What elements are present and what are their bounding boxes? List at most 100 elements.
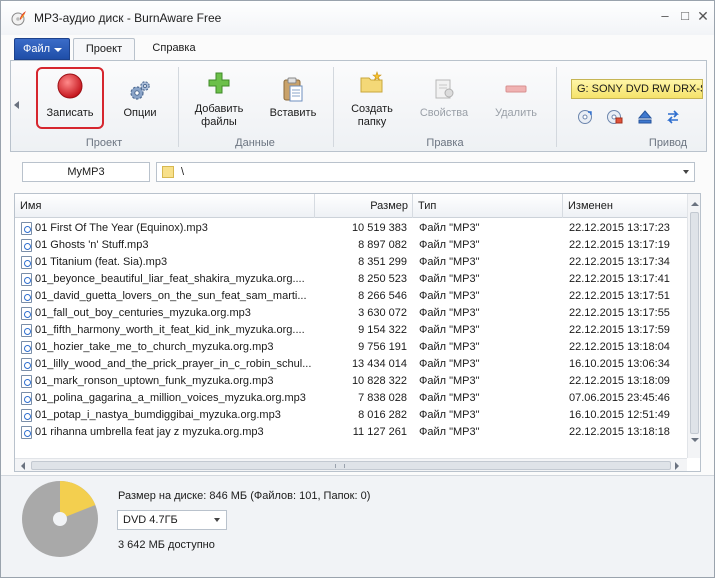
close-button[interactable]: ✕ (695, 9, 711, 25)
group-label-drive: Привод (648, 137, 688, 149)
drive-selector[interactable]: G: SONY DVD RW DRX-S (571, 79, 703, 99)
file-name: 01_fall_out_boy_centuries_myzuka.org.mp3 (35, 307, 251, 319)
table-row[interactable]: 01_polina_gagarina_a_million_voices_myzu… (15, 390, 687, 407)
group-label-data: Данные (235, 137, 275, 149)
mp3-file-icon (21, 307, 32, 320)
new-folder-button[interactable]: Создать папку (341, 65, 403, 129)
window-title: MP3-аудио диск - BurnAware Free (34, 11, 222, 25)
mp3-file-icon (21, 341, 32, 354)
swap-icon[interactable] (665, 109, 681, 125)
mp3-file-icon (21, 256, 32, 269)
disk-type-value: DVD 4.7ГБ (123, 514, 178, 526)
disc-name-field[interactable]: MyMP3 (22, 162, 150, 182)
file-name: 01_david_guetta_lovers_on_the_sun_feat_s… (35, 290, 307, 302)
file-size: 8 897 082 (358, 239, 407, 251)
scroll-thumb[interactable] (690, 212, 699, 434)
new-folder-label-line2: папку (357, 116, 387, 128)
file-type: Файл "MP3" (419, 358, 480, 370)
disk-size-info: Размер на диске: 846 МБ (Файлов: 101, Па… (118, 490, 371, 502)
file-type: Файл "MP3" (419, 409, 480, 421)
file-name: 01_potap_i_nastya_bumdiggibai_myzuka.org… (35, 409, 281, 421)
ribbon-collapse-arrow-icon[interactable] (14, 101, 19, 109)
table-row[interactable]: 01 First Of The Year (Equinox).mp3 10 519… (15, 220, 687, 237)
file-modified: 16.10.2015 13:06:34 (569, 358, 670, 370)
mp3-file-icon (21, 222, 32, 235)
column-header-modified[interactable]: Изменен (563, 194, 687, 218)
file-menu-button[interactable]: Файл (14, 38, 70, 60)
eject-icon[interactable] (637, 109, 653, 125)
paste-label: Вставить (269, 107, 317, 119)
table-row[interactable]: 01_david_guetta_lovers_on_the_sun_feat_s… (15, 288, 687, 305)
ribbon-panel: Записать Опции Проект Добавить файлы Вст… (10, 60, 707, 152)
file-modified: 22.12.2015 13:17:55 (569, 307, 670, 319)
tab-project[interactable]: Проект (73, 38, 135, 61)
column-header-type[interactable]: Тип (413, 194, 563, 218)
file-name: 01 rihanna umbrella feat jay z myzuka.or… (35, 426, 264, 438)
file-size: 8 016 282 (358, 409, 407, 421)
options-button[interactable]: Опции (111, 65, 169, 129)
file-modified: 22.12.2015 13:17:41 (569, 273, 670, 285)
file-modified: 22.12.2015 13:17:51 (569, 290, 670, 302)
maximize-button[interactable]: □ (677, 9, 693, 25)
file-size: 9 154 322 (358, 324, 407, 336)
file-size: 8 351 299 (358, 256, 407, 268)
delete-button[interactable]: Удалить (483, 65, 549, 129)
table-row[interactable]: 01_hozier_take_me_to_church_myzuka.org.m… (15, 339, 687, 356)
erase-icon[interactable] (607, 109, 623, 125)
table-row[interactable]: 01_fall_out_boy_centuries_myzuka.org.mp3… (15, 305, 687, 322)
file-type: Файл "MP3" (419, 307, 480, 319)
table-row[interactable]: 01_mark_ronson_uptown_funk_myzuka.org.mp… (15, 373, 687, 390)
tab-help[interactable]: Справка (141, 38, 207, 61)
file-name: 01_beyonce_beautiful_liar_feat_shakira_m… (35, 273, 305, 285)
file-type: Файл "MP3" (419, 341, 480, 353)
column-header-name[interactable]: Имя (15, 194, 315, 218)
file-list-header: Имя Размер Тип Изменен (15, 194, 687, 218)
file-name: 01_hozier_take_me_to_church_myzuka.org.m… (35, 341, 274, 353)
disk-type-select[interactable]: DVD 4.7ГБ (117, 510, 227, 530)
file-modified: 16.10.2015 12:51:49 (569, 409, 670, 421)
gear-icon (130, 81, 150, 100)
add-files-button[interactable]: Добавить файлы (185, 65, 253, 129)
mp3-file-icon (21, 324, 32, 337)
scroll-right-icon[interactable] (675, 462, 679, 470)
paste-button[interactable]: Вставить (261, 65, 325, 129)
file-name: 01_polina_gagarina_a_million_voices_myzu… (35, 392, 306, 404)
mp3-file-icon (21, 239, 32, 252)
file-list: Имя Размер Тип Изменен 01 First Of The Y… (14, 193, 701, 472)
scroll-up-icon[interactable] (691, 202, 699, 206)
table-row[interactable]: 01 Titanium (feat. Sia).mp3 8 351 299 Файл… (15, 254, 687, 271)
group-separator (556, 67, 557, 147)
properties-button[interactable]: Свойства (411, 65, 477, 129)
group-label-project: Проект (85, 137, 123, 149)
group-separator (178, 67, 179, 147)
scroll-left-icon[interactable] (21, 462, 25, 470)
file-size: 7 838 028 (358, 392, 407, 404)
table-row[interactable]: 01_fifth_harmony_worth_it_feat_kid_ink_m… (15, 322, 687, 339)
file-name: 01 Ghosts 'n' Stuff.mp3 (35, 239, 149, 251)
table-row[interactable]: 01 Ghosts 'n' Stuff.mp3 8 897 082 Файл "MP… (15, 237, 687, 254)
column-header-size[interactable]: Размер (315, 194, 413, 218)
table-row[interactable]: 01_beyonce_beautiful_liar_feat_shakira_m… (15, 271, 687, 288)
chevron-down-icon (54, 48, 62, 52)
file-menu-label: Файл (23, 43, 51, 55)
refresh-icon[interactable] (577, 109, 593, 125)
file-modified: 22.12.2015 13:18:09 (569, 375, 670, 387)
mp3-file-icon (21, 358, 32, 371)
chevron-down-icon[interactable] (683, 170, 689, 174)
file-size: 8 250 523 (358, 273, 407, 285)
group-separator (333, 67, 334, 147)
file-type: Файл "MP3" (419, 273, 480, 285)
table-row[interactable]: 01 rihanna umbrella feat jay z myzuka.or… (15, 424, 687, 441)
table-row[interactable]: 01_lilly_wood_and_the_prick_prayer_in_c_… (15, 356, 687, 373)
scroll-thumb[interactable] (31, 461, 671, 470)
path-field[interactable]: \ (156, 162, 695, 182)
table-row[interactable]: 01_potap_i_nastya_bumdiggibai_myzuka.org… (15, 407, 687, 424)
scroll-down-icon[interactable] (691, 438, 699, 442)
mp3-file-icon (21, 290, 32, 303)
minimize-button[interactable]: – (657, 9, 673, 25)
file-modified: 22.12.2015 13:17:19 (569, 239, 670, 251)
folder-icon (162, 166, 174, 178)
vertical-scrollbar[interactable] (687, 194, 700, 458)
grip-icon (335, 464, 345, 468)
horizontal-scrollbar[interactable] (15, 458, 687, 471)
